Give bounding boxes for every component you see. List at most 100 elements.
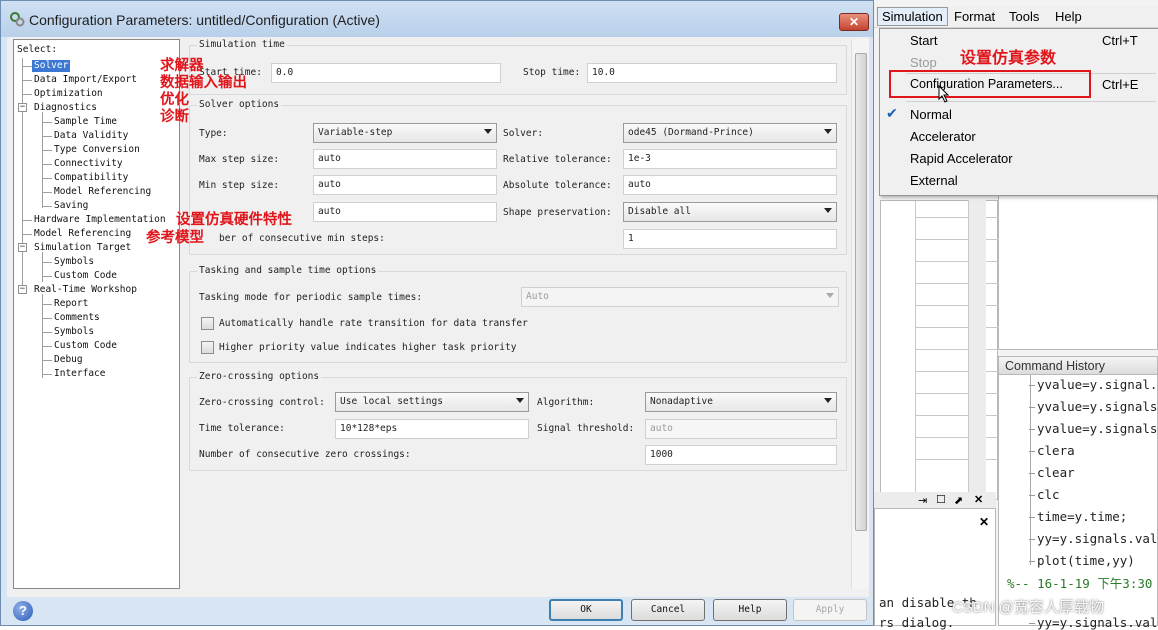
tasking-mode-select[interactable]: Auto <box>521 287 839 307</box>
menu-format[interactable]: Format <box>954 9 995 24</box>
command-text: rs dialog. <box>879 615 955 630</box>
apply-button[interactable]: Apply <box>793 599 867 621</box>
history-entry[interactable]: clear <box>1029 465 1075 480</box>
relative-tolerance-label: Relative tolerance: <box>503 154 612 165</box>
close-button[interactable]: ✕ <box>839 13 869 31</box>
num-zero-crossings-input[interactable]: 1000 <box>645 445 837 465</box>
tree-item-symbols[interactable]: Symbols <box>54 326 94 338</box>
tree-item-hardware-implementation[interactable]: Hardware Implementation <box>34 214 166 226</box>
ok-button[interactable]: OK <box>549 599 623 621</box>
zc-control-select[interactable]: Use local settings <box>335 392 529 412</box>
tree-item-saving[interactable]: Saving <box>54 200 88 212</box>
menu-help[interactable]: Help <box>1055 9 1082 24</box>
max-step-input[interactable]: auto <box>313 149 497 169</box>
close-icon[interactable]: ✕ <box>974 493 983 506</box>
menu-configuration-parameters[interactable]: Configuration Parameters... <box>910 77 1063 91</box>
tree-item-interface[interactable]: Interface <box>54 368 105 380</box>
shape-preservation-select[interactable]: Disable all <box>623 202 837 222</box>
start-shortcut: Ctrl+T <box>1102 33 1138 48</box>
category-tree[interactable]: Select: Solver Data Import/Export Optimi… <box>13 39 180 589</box>
tree-item-sample-time[interactable]: Sample Time <box>54 116 117 128</box>
chevron-down-icon <box>826 293 834 298</box>
menu-tools[interactable]: Tools <box>1009 9 1039 24</box>
time-tolerance-input[interactable]: 10*128*eps <box>335 419 529 439</box>
menu-normal[interactable]: Normal <box>910 107 952 122</box>
collapse-icon[interactable]: − <box>18 243 27 252</box>
undock-icon[interactable]: ⇥ <box>918 494 927 507</box>
tree-item-diagnostics[interactable]: Diagnostics <box>34 102 97 114</box>
solver-select[interactable]: ode45 (Dormand-Prince) <box>623 123 837 143</box>
tree-item-optimization[interactable]: Optimization <box>34 88 103 100</box>
cancel-button[interactable]: Cancel <box>631 599 705 621</box>
help-icon[interactable]: ? <box>13 601 33 621</box>
menu-simulation[interactable]: Simulation <box>877 7 948 26</box>
algorithm-select[interactable]: Nonadaptive <box>645 392 837 412</box>
collapse-icon[interactable]: − <box>18 285 27 294</box>
menu-start[interactable]: Start <box>910 33 937 48</box>
history-entry[interactable]: clera <box>1029 443 1075 458</box>
history-entry[interactable]: plot(time,yy) <box>1029 553 1135 568</box>
higher-priority-checkbox[interactable] <box>201 341 214 354</box>
tree-item-comments[interactable]: Comments <box>54 312 100 324</box>
tree-item-data-validity[interactable]: Data Validity <box>54 130 128 142</box>
stop-time-input[interactable]: 10.0 <box>587 63 837 83</box>
relative-tolerance-input[interactable]: 1e-3 <box>623 149 837 169</box>
tree-item-real-time-workshop[interactable]: Real-Time Workshop <box>34 284 137 296</box>
history-entry[interactable]: yvalue=y.signal.v <box>1029 377 1158 392</box>
consecutive-min-steps-input[interactable]: 1 <box>623 229 837 249</box>
content-scrollbar[interactable] <box>851 39 869 589</box>
tree-item-debug[interactable]: Debug <box>54 354 83 366</box>
auto-rate-transition-label: Automatically handle rate transition for… <box>219 318 528 329</box>
start-time-input[interactable]: 0.0 <box>271 63 501 83</box>
tree-item-connectivity[interactable]: Connectivity <box>54 158 123 170</box>
help-button[interactable]: Help <box>713 599 787 621</box>
consecutive-min-steps-label: ber of consecutive min steps: <box>219 233 385 244</box>
history-group[interactable]: %-- 16-1-19 下午3:30 <box>1007 573 1152 592</box>
history-entry[interactable]: clc <box>1029 487 1060 502</box>
type-select[interactable]: Variable-step <box>313 123 497 143</box>
absolute-tolerance-label: Absolute tolerance: <box>503 180 612 191</box>
dialog-titlebar[interactable]: Configuration Parameters: untitled/Confi… <box>1 1 873 37</box>
algorithm-label: Algorithm: <box>537 397 595 408</box>
collapse-icon[interactable]: − <box>18 103 27 112</box>
maximize-icon[interactable]: ☐ <box>936 493 946 506</box>
config-shortcut: Ctrl+E <box>1102 77 1139 92</box>
menu-rapid-accelerator[interactable]: Rapid Accelerator <box>910 151 1013 166</box>
tree-item-data-import-export[interactable]: Data Import/Export <box>34 74 137 86</box>
tree-item-model-referencing[interactable]: Model Referencing <box>34 228 131 240</box>
menu-external[interactable]: External <box>910 173 958 188</box>
history-entry[interactable]: yy=y.signals.valu <box>1029 531 1158 546</box>
group-title: Simulation time <box>197 39 287 50</box>
menu-bar: Simulation Format Tools Help <box>874 6 1158 28</box>
history-entry[interactable]: time=y.time; <box>1028 509 1127 524</box>
tree-item-custom-code[interactable]: Custom Code <box>54 270 117 282</box>
tree-item-type-conversion[interactable]: Type Conversion <box>54 144 140 156</box>
tree-item-report[interactable]: Report <box>54 298 88 310</box>
solver-value: ode45 (Dormand-Prince) <box>628 127 754 138</box>
initial-step-input[interactable]: auto <box>313 202 497 222</box>
absolute-tolerance-input[interactable]: auto <box>623 175 837 195</box>
tree-item-symbols[interactable]: Symbols <box>54 256 94 268</box>
tree-item-solver[interactable]: Solver <box>32 60 71 72</box>
dock-icon[interactable]: ⬈ <box>954 494 963 507</box>
group-title: Solver options <box>197 99 282 110</box>
scrollbar-thumb[interactable] <box>855 53 867 531</box>
history-entry[interactable]: yy=y.signals.valu <box>1029 615 1158 630</box>
tree-item-model-referencing[interactable]: Model Referencing <box>54 186 151 198</box>
tree-item-compatibility[interactable]: Compatibility <box>54 172 128 184</box>
tree-item-simulation-target[interactable]: Simulation Target <box>34 242 131 254</box>
tasking-mode-label: Tasking mode for periodic sample times: <box>199 292 423 303</box>
command-history-panel[interactable]: Command History yvalue=y.signal.v yvalue… <box>998 356 1158 630</box>
history-entry[interactable]: yvalue=y.signals. <box>1029 421 1158 436</box>
close-icon[interactable]: ✕ <box>979 515 989 529</box>
menu-accelerator[interactable]: Accelerator <box>910 129 976 144</box>
tree-item-custom-code[interactable]: Custom Code <box>54 340 117 352</box>
shape-preservation-value: Disable all <box>628 206 691 217</box>
min-step-input[interactable]: auto <box>313 175 497 195</box>
signal-threshold-input[interactable]: auto <box>645 419 837 439</box>
workspace-scrollbar[interactable] <box>968 200 986 500</box>
history-entry[interactable]: yvalue=y.signals. <box>1029 399 1158 414</box>
auto-rate-transition-checkbox[interactable] <box>201 317 214 330</box>
chevron-down-icon <box>824 208 832 213</box>
menu-stop[interactable]: Stop <box>910 55 937 70</box>
